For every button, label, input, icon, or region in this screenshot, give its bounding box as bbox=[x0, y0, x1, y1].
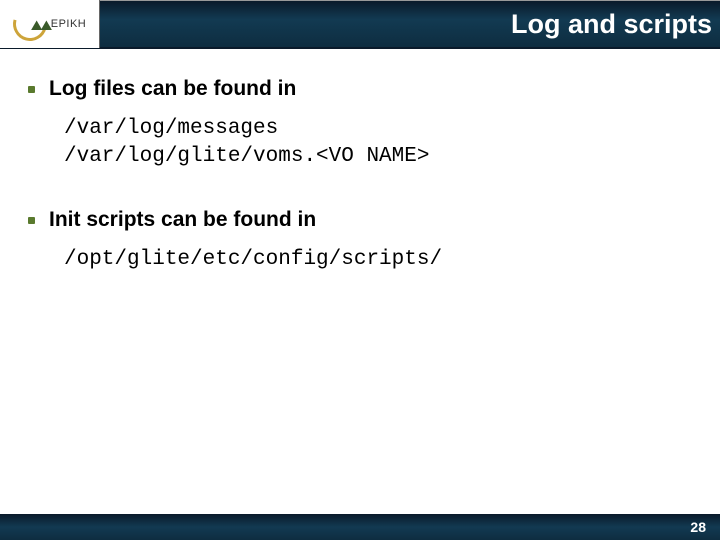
slide-footer: 28 bbox=[0, 514, 720, 540]
slide: ⛰⛰ EPIKH Log and scripts Log files can b… bbox=[0, 0, 720, 540]
logo-text: EPIKH bbox=[51, 18, 87, 30]
code-block: /var/log/messages /var/log/glite/voms.<V… bbox=[64, 115, 702, 172]
logo-inner: ⛰⛰ EPIKH bbox=[13, 7, 87, 41]
map-icon: ⛰⛰ bbox=[31, 17, 51, 34]
bullet-icon bbox=[28, 217, 35, 224]
slide-body: Log files can be found in /var/log/messa… bbox=[0, 49, 720, 514]
list-item: Init scripts can be found in /opt/glite/… bbox=[18, 208, 702, 274]
code-line: /var/log/messages bbox=[64, 115, 702, 143]
code-line: /var/log/glite/voms.<VO NAME> bbox=[64, 143, 702, 171]
code-block: /opt/glite/etc/config/scripts/ bbox=[64, 246, 702, 274]
page-number: 28 bbox=[690, 519, 706, 535]
bullet-text: Log files can be found in bbox=[49, 77, 296, 101]
bullet-text: Init scripts can be found in bbox=[49, 208, 316, 232]
code-line: /opt/glite/etc/config/scripts/ bbox=[64, 246, 702, 274]
list-item: Log files can be found in /var/log/messa… bbox=[18, 77, 702, 172]
logo: ⛰⛰ EPIKH bbox=[0, 0, 100, 48]
bullet-list: Log files can be found in /var/log/messa… bbox=[18, 77, 702, 274]
slide-title: Log and scripts bbox=[511, 9, 712, 40]
bullet-icon bbox=[28, 86, 35, 93]
slide-header: ⛰⛰ EPIKH Log and scripts bbox=[0, 1, 720, 49]
